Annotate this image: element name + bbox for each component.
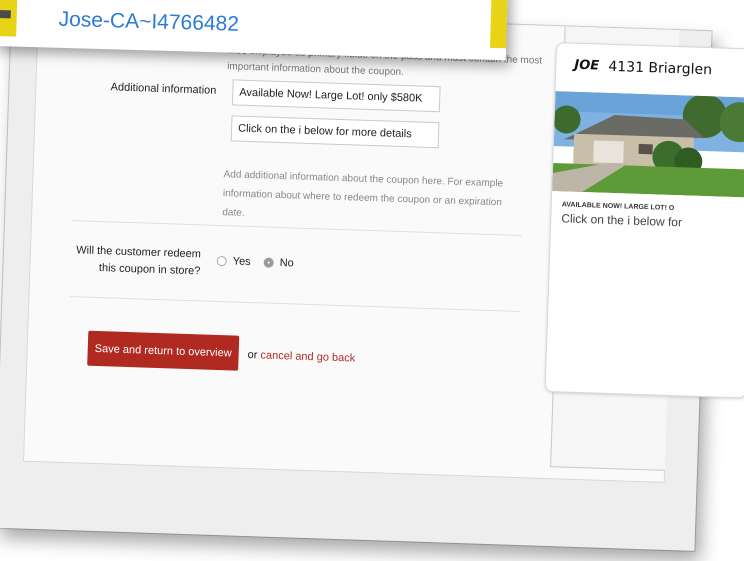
cancel-line: or cancel and go back xyxy=(247,349,355,365)
radio-yes-dot[interactable] xyxy=(216,255,227,267)
cancel-link[interactable]: cancel and go back xyxy=(260,349,355,364)
radio-no[interactable]: No xyxy=(263,256,294,270)
pass-identifier: Jose-CA~I4766482 xyxy=(58,7,240,36)
radio-yes[interactable]: Yes xyxy=(216,255,251,269)
additional-info-field-1[interactable]: Available Now! Large Lot! only $580K xyxy=(231,79,441,113)
additional-info-field-2[interactable]: Click on the i below for more details xyxy=(230,115,440,149)
save-button[interactable]: Save and return to overview xyxy=(87,330,240,371)
divider xyxy=(69,296,520,312)
page-sheet: ...be displayed as primary fields on the… xyxy=(0,8,744,551)
pass-preview: JOE 4131 Briarglen AVAILABLE NOW! LARGE … xyxy=(544,42,744,399)
pass-logo: JOE xyxy=(574,57,600,74)
redeem-question-line2: this coupon in store? xyxy=(98,262,201,278)
redeem-question-line1: Will the customer redeem xyxy=(76,244,202,261)
pass-secondary-field: Click on the i below for xyxy=(561,211,683,230)
radio-yes-label: Yes xyxy=(232,255,251,269)
radio-no-label: No xyxy=(279,257,294,270)
or-text: or xyxy=(247,349,258,362)
help-text: Add additional information about the cou… xyxy=(222,169,504,219)
yellow-strip-left xyxy=(0,0,18,37)
radio-no-dot[interactable] xyxy=(263,257,274,268)
additional-info-label: Additional information xyxy=(110,81,217,97)
pass-title: 4131 Briarglen xyxy=(608,58,713,79)
yellow-strip-right xyxy=(490,0,508,49)
pass-primary-field: AVAILABLE NOW! LARGE LOT! O xyxy=(561,201,675,213)
house-photo xyxy=(552,91,744,198)
